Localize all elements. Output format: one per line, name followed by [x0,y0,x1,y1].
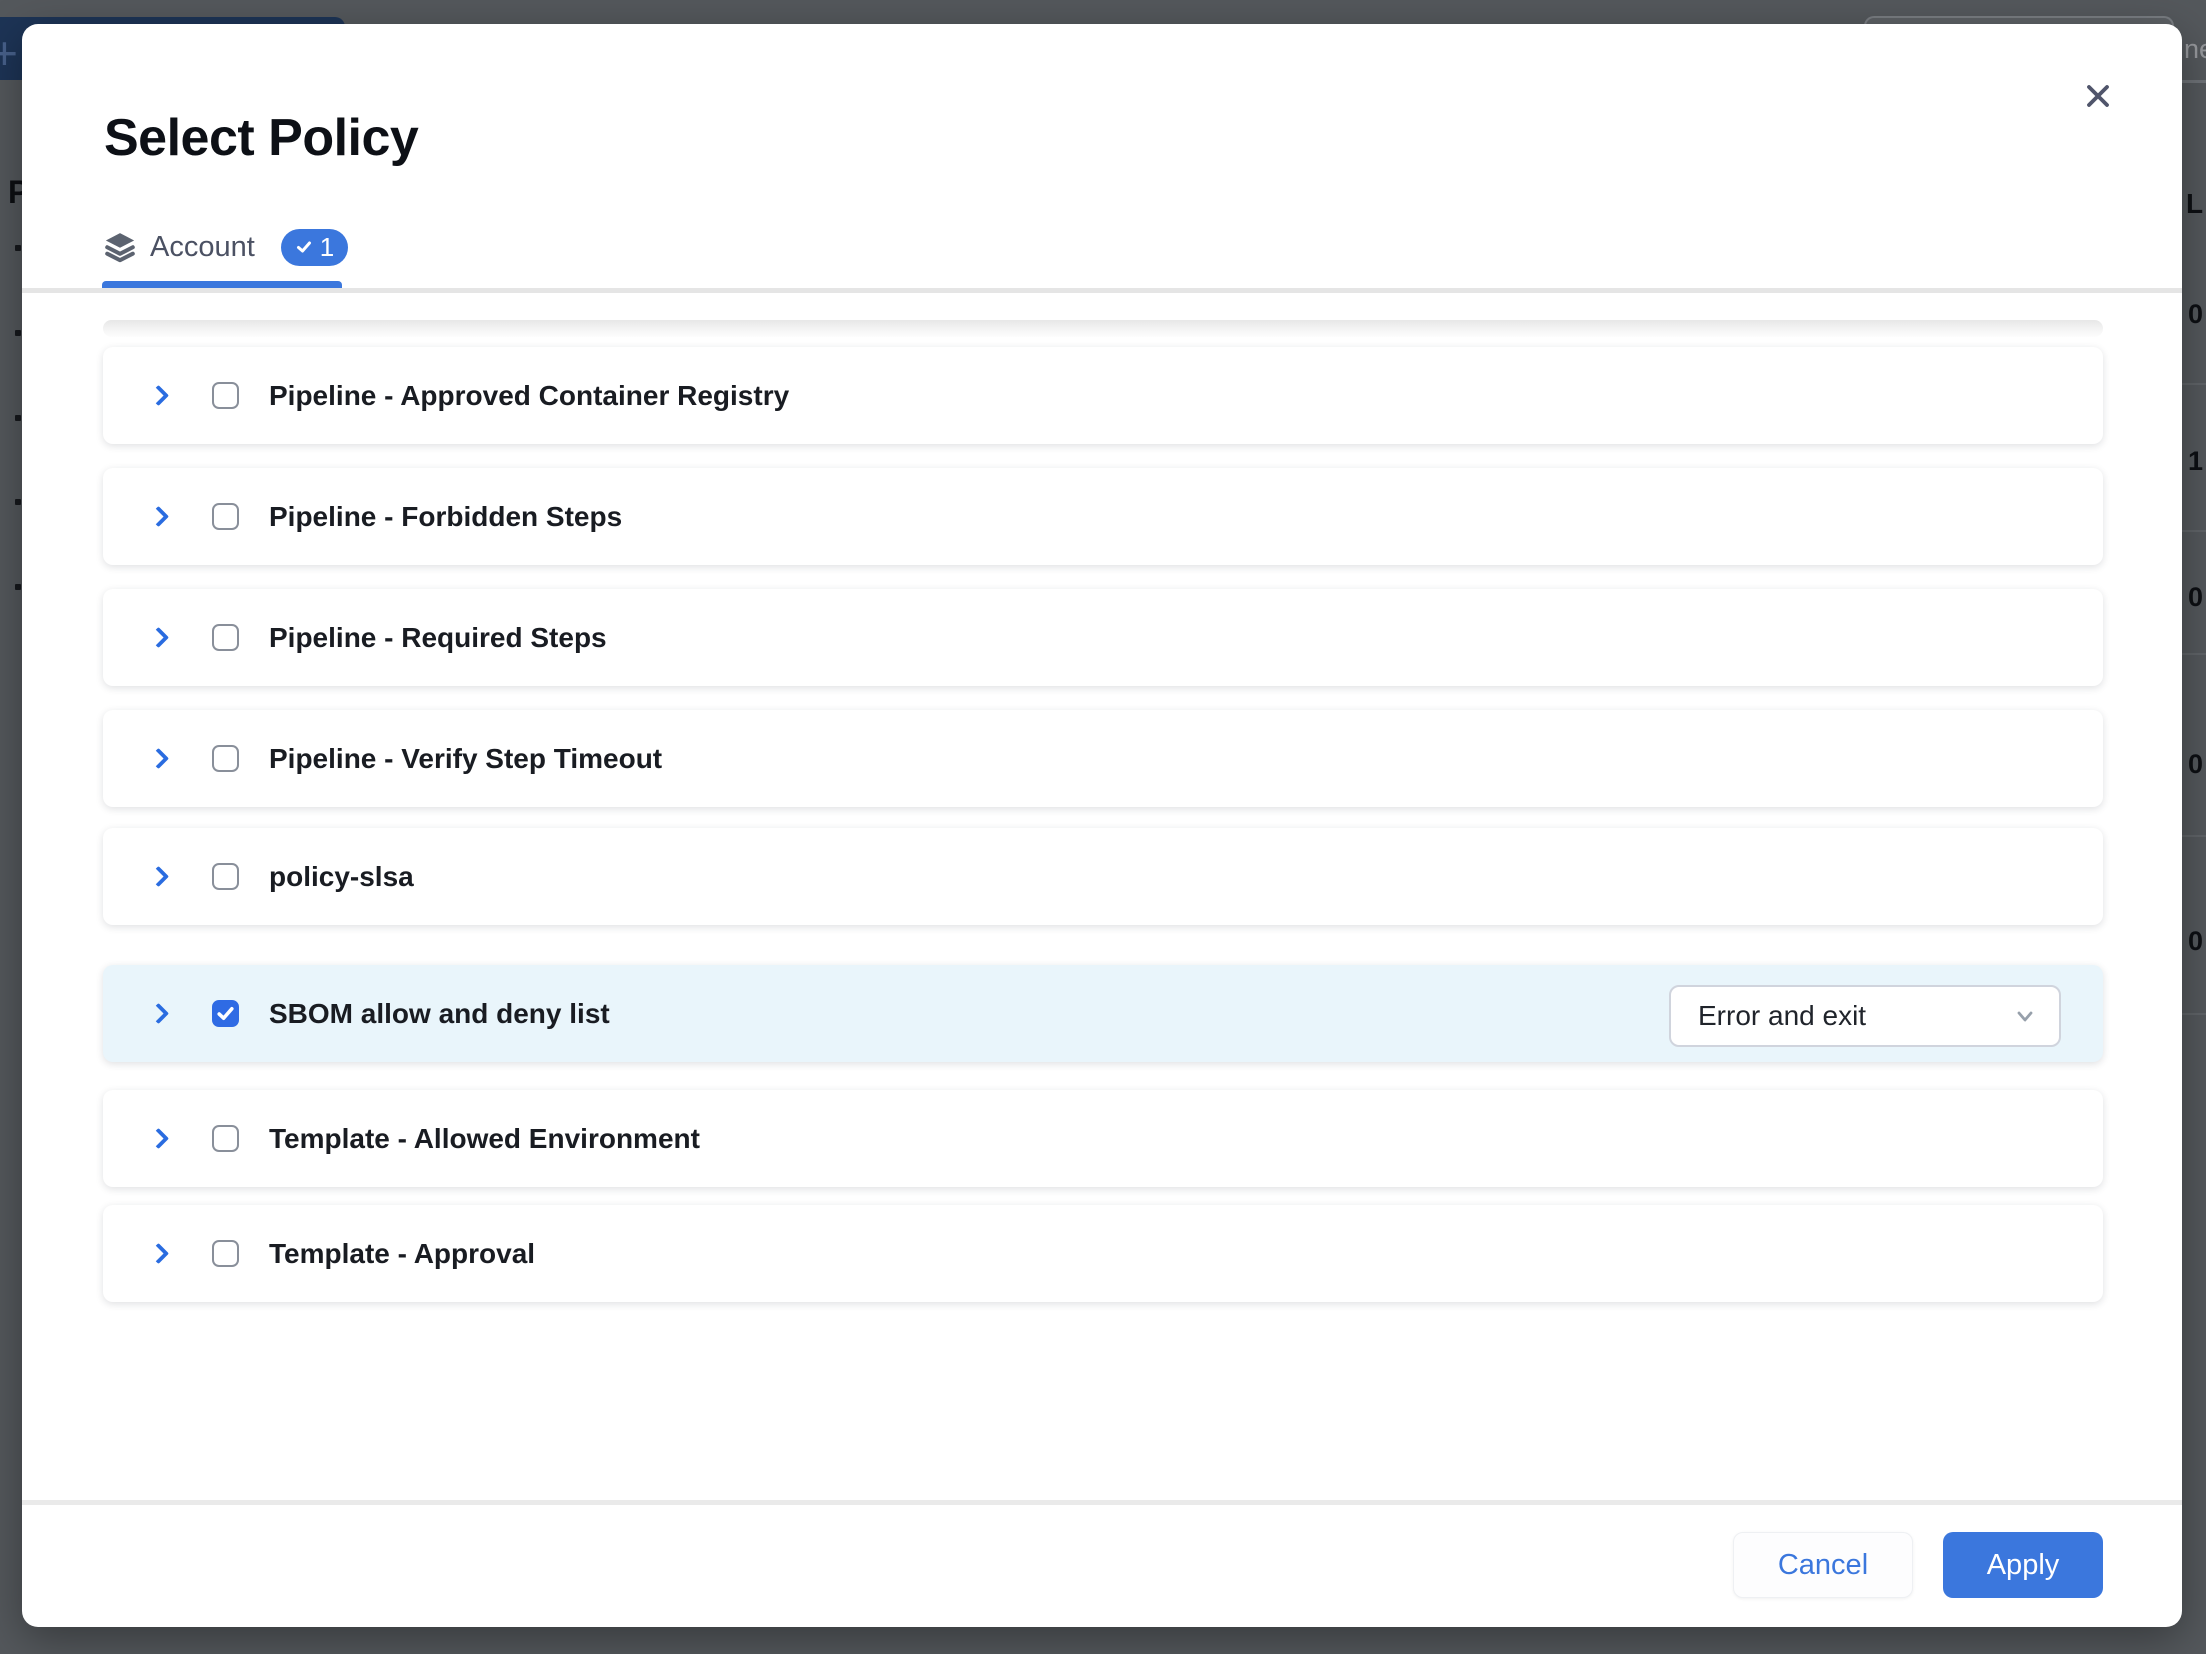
apply-button[interactable]: Apply [1943,1532,2103,1598]
x-icon [2080,78,2116,114]
background-partial-text-right: ne [2184,34,2206,65]
policy-checkbox[interactable] [212,1125,239,1152]
background-bullet [15,415,21,421]
background-cell-value: 0 [2188,299,2203,330]
background-row-edge [2182,530,2206,532]
policy-name: policy-slsa [269,861,414,893]
background-divider [2182,80,2206,83]
policy-checkbox[interactable] [212,745,239,772]
background-bullet [15,245,21,251]
divider [22,1500,2182,1505]
background-cell-value: 1 [2188,446,2203,477]
close-button[interactable] [2074,72,2122,120]
background-row-edge [2182,653,2206,655]
policy-row[interactable]: policy-slsa [103,828,2103,925]
partially-scrolled-row [103,320,2103,337]
chevron-down-icon [2013,1004,2037,1028]
plus-icon: + [0,26,18,80]
background-cell-value: 0 [2188,749,2203,780]
policy-row-selected[interactable]: SBOM allow and deny list Error and exit [103,965,2103,1062]
policy-checkbox[interactable] [212,624,239,651]
selected-count-badge: 1 [281,229,348,266]
policy-name: Pipeline - Verify Step Timeout [269,743,662,775]
tab-account[interactable]: Account 1 [104,224,348,270]
policy-name: Template - Approval [269,1238,535,1270]
background-cell-value: 0 [2188,582,2203,613]
background-cell-value: 0 [2188,926,2203,957]
chevron-right-icon[interactable] [148,866,169,887]
cancel-button[interactable]: Cancel [1733,1532,1913,1598]
policy-name: Pipeline - Forbidden Steps [269,501,622,533]
policy-checkbox[interactable] [212,863,239,890]
policy-name: Pipeline - Approved Container Registry [269,380,789,412]
background-row-edge [2182,1013,2206,1015]
policy-checkbox[interactable] [212,503,239,530]
layers-icon [104,231,136,263]
select-policy-dialog: Select Policy Account 1 [22,24,2182,1627]
background-row-edge [2182,383,2206,385]
policy-list[interactable]: Pipeline - Approved Container Registry P… [22,293,2182,1500]
selected-count: 1 [320,232,334,263]
check-icon [215,1003,236,1024]
background-bullet [15,499,21,505]
background-row-edge [2182,835,2206,837]
background-column-header: L [2186,188,2203,220]
chevron-right-icon[interactable] [148,1243,169,1264]
policy-row[interactable]: Pipeline - Approved Container Registry [103,347,2103,444]
screen: + P ne L 0 1 0 0 0 Select Policy [0,0,2206,1654]
dialog-title: Select Policy [104,108,418,168]
chevron-right-icon[interactable] [148,506,169,527]
evaluation-action-value: Error and exit [1698,1000,2013,1032]
policy-row[interactable]: Template - Approval [103,1205,2103,1302]
tab-account-label: Account [150,231,255,264]
policy-row[interactable]: Template - Allowed Environment [103,1090,2103,1187]
active-tab-indicator [102,281,342,288]
policy-checkbox-checked[interactable] [212,1000,239,1027]
policy-name: SBOM allow and deny list [269,998,610,1030]
policy-checkbox[interactable] [212,382,239,409]
background-bullet [15,330,21,336]
policy-row[interactable]: Pipeline - Verify Step Timeout [103,710,2103,807]
policy-row[interactable]: Pipeline - Required Steps [103,589,2103,686]
policy-name: Pipeline - Required Steps [269,622,607,654]
chevron-right-icon[interactable] [148,385,169,406]
policy-row[interactable]: Pipeline - Forbidden Steps [103,468,2103,565]
background-bullet [15,584,21,590]
evaluation-action-select[interactable]: Error and exit [1669,985,2061,1047]
policy-checkbox[interactable] [212,1240,239,1267]
chevron-right-icon[interactable] [148,748,169,769]
chevron-right-icon[interactable] [148,1003,169,1024]
chevron-right-icon[interactable] [148,627,169,648]
policy-name: Template - Allowed Environment [269,1123,700,1155]
chevron-right-icon[interactable] [148,1128,169,1149]
check-icon [295,238,313,256]
